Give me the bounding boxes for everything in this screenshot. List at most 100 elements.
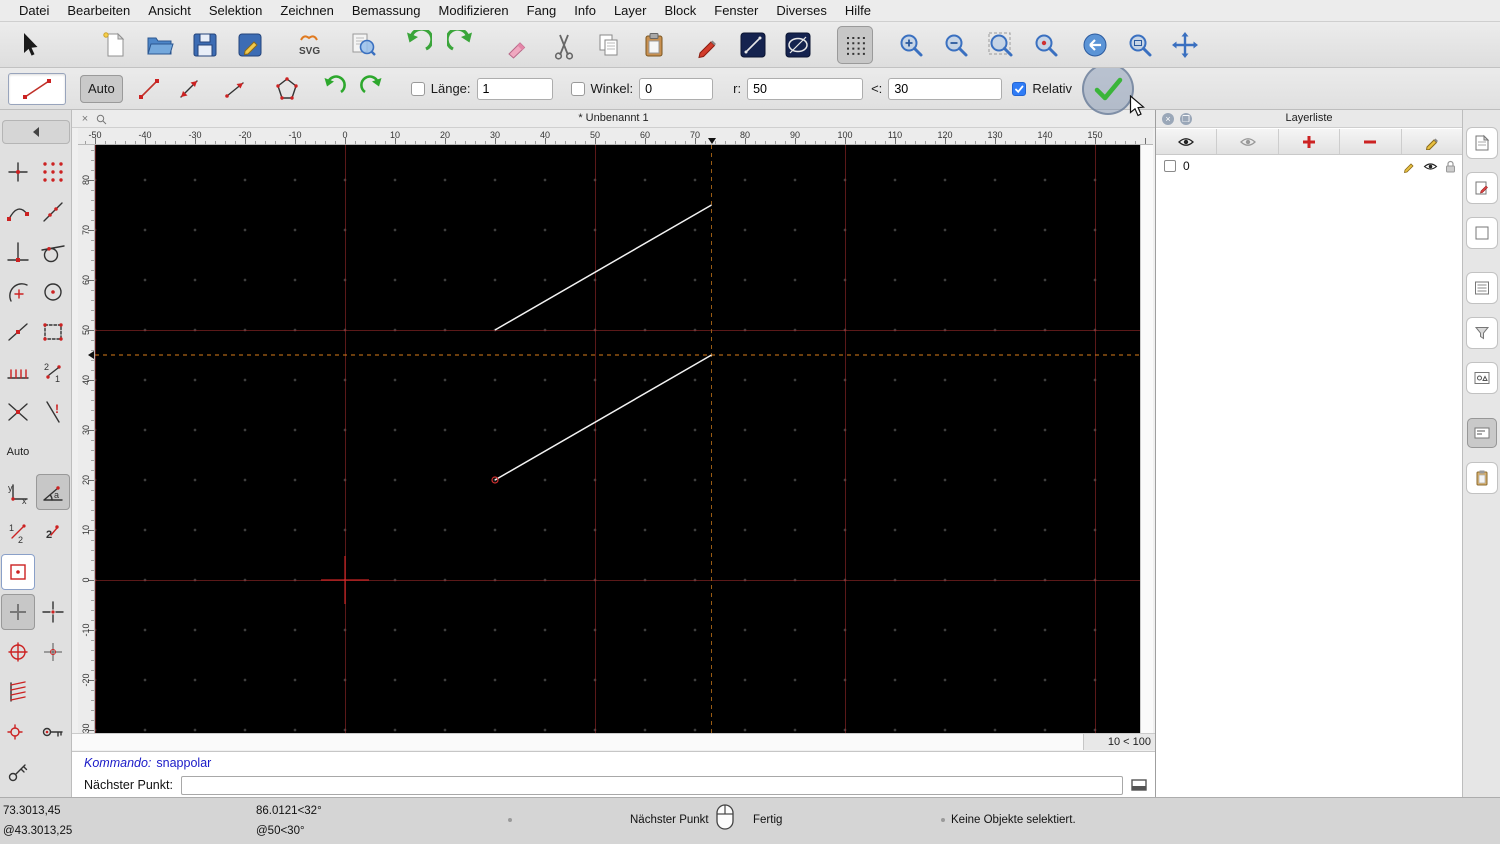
snap-center-button[interactable] [1, 274, 35, 310]
polygon-mode-button[interactable] [269, 73, 305, 105]
line-tool-button[interactable] [735, 26, 771, 64]
line-mode-single-button[interactable] [131, 73, 167, 105]
menu-item[interactable]: Info [565, 0, 605, 21]
length-input[interactable] [476, 77, 553, 100]
selection-pointer-button[interactable] [12, 26, 48, 64]
coordinate-absolute-button[interactable]: 2 [36, 514, 70, 550]
command-widget-toggle-button[interactable] [1129, 777, 1149, 793]
set-relative-zero-button[interactable] [1, 594, 35, 630]
menu-item[interactable]: Datei [10, 0, 58, 21]
snap-on-entity-button[interactable] [36, 194, 70, 230]
save-file-as-button[interactable] [232, 26, 268, 64]
block-list-toggle[interactable] [1466, 218, 1497, 248]
property-editor-toggle[interactable] [1466, 128, 1497, 158]
confirm-button[interactable] [1082, 62, 1135, 115]
ellipse-tool-button[interactable] [780, 26, 816, 64]
library-browser-toggle[interactable] [1466, 363, 1497, 393]
menu-item[interactable]: Block [655, 0, 705, 21]
coordinate-cartesian-button[interactable]: yx [1, 474, 35, 510]
lock-relative-zero-1-button[interactable] [36, 714, 70, 750]
snap-auto-button[interactable]: Auto [1, 434, 35, 470]
zoom-window-button[interactable] [1122, 26, 1158, 64]
snap-endpoints-button[interactable] [1, 194, 35, 230]
angle-checkbox[interactable] [570, 81, 585, 96]
options-auto-button[interactable]: Auto [80, 74, 123, 103]
snap-intersection-button[interactable] [1, 394, 35, 430]
layer-edit-button[interactable] [1403, 160, 1416, 173]
save-file-button[interactable] [187, 26, 223, 64]
line-mode-angle-button[interactable] [171, 73, 207, 105]
redo-button[interactable] [444, 26, 480, 64]
pattern-comb-button[interactable] [1, 674, 35, 710]
snap-distance-xy-button[interactable]: 21 [36, 354, 70, 390]
snap-perpendicular-button[interactable] [1, 234, 35, 270]
zoom-in-button[interactable] [893, 26, 929, 64]
cut-button[interactable] [546, 26, 582, 64]
snap-intersection-manual-button[interactable]: ! [36, 394, 70, 430]
polar-angle-input[interactable] [888, 77, 1003, 100]
menu-item[interactable]: Fang [518, 0, 566, 21]
drawing-canvas[interactable] [95, 145, 1140, 733]
selection-filter-toggle[interactable] [1466, 318, 1497, 348]
menu-item[interactable]: Diverses [767, 0, 836, 21]
undo-button[interactable] [399, 26, 435, 64]
menu-item[interactable]: Layer [605, 0, 656, 21]
delete-eraser-button[interactable] [501, 26, 537, 64]
edit-layer-button[interactable] [1402, 129, 1462, 154]
previous-view-button[interactable] [1077, 26, 1113, 64]
lock-relative-zero-2-button[interactable] [1, 754, 35, 790]
snap-grid-button[interactable] [36, 154, 70, 190]
menu-item[interactable]: Ansicht [139, 0, 200, 21]
horizontal-scrollbar[interactable] [72, 734, 1083, 750]
back-button[interactable] [1, 120, 70, 144]
command-line-toggle[interactable] [1466, 418, 1497, 448]
layer-color-swatch[interactable] [1164, 160, 1176, 172]
angle-input[interactable] [639, 77, 714, 100]
copy-button[interactable] [591, 26, 627, 64]
snap-marker-button[interactable] [1, 714, 35, 750]
paste-button[interactable] [636, 26, 672, 64]
layer-visibility-toggle[interactable] [1423, 161, 1438, 172]
length-checkbox[interactable] [410, 81, 425, 96]
hide-all-layers-button[interactable] [1217, 129, 1279, 154]
snap-crosshair-2-button[interactable] [36, 634, 70, 670]
snap-center-plus-button[interactable] [1, 634, 35, 670]
menu-item[interactable]: Bemassung [343, 0, 430, 21]
add-layer-button[interactable] [1279, 129, 1341, 154]
pan-button[interactable] [1167, 26, 1203, 64]
property-pen-button[interactable] [690, 26, 726, 64]
menu-item[interactable]: Fenster [705, 0, 767, 21]
zoom-out-button[interactable] [938, 26, 974, 64]
menu-item[interactable]: Zeichnen [271, 0, 342, 21]
close-shape-button[interactable] [315, 73, 351, 105]
clipboard-panel-toggle[interactable] [1466, 463, 1497, 493]
snap-crosshair-button[interactable] [36, 594, 70, 630]
command-input[interactable] [180, 775, 1123, 795]
snap-free-button[interactable] [1, 154, 35, 190]
vertical-scrollbar[interactable] [1140, 145, 1153, 733]
coordinate-polar-button[interactable]: a [36, 474, 70, 510]
coordinate-relative-button[interactable]: 12 [1, 514, 35, 550]
show-all-layers-button[interactable] [1156, 129, 1218, 154]
new-file-button[interactable] [97, 26, 133, 64]
print-preview-button[interactable] [345, 26, 381, 64]
menu-item[interactable]: Hilfe [836, 0, 880, 21]
polar-snap-settings-button[interactable] [1, 554, 35, 590]
undo-segment-button[interactable] [355, 73, 391, 105]
svg-export-button[interactable]: SVG [291, 26, 327, 64]
snap-circle-center-button[interactable] [36, 274, 70, 310]
snap-middle-button[interactable] [1, 314, 35, 350]
view-list-toggle[interactable] [1466, 273, 1497, 303]
menu-item[interactable]: Bearbeiten [58, 0, 139, 21]
snap-distance-button[interactable] [1, 354, 35, 390]
layer-list-toggle[interactable] [1466, 173, 1497, 203]
menu-item[interactable]: Modifizieren [430, 0, 518, 21]
grid-toggle-button[interactable] [837, 25, 873, 64]
snap-tangential-button[interactable] [36, 234, 70, 270]
line-mode-arrow-button[interactable] [217, 73, 253, 105]
open-file-button[interactable] [142, 26, 178, 64]
layer-lock-toggle[interactable] [1445, 160, 1456, 173]
remove-layer-button[interactable] [1340, 129, 1402, 154]
auto-zoom-button[interactable] [983, 26, 1019, 64]
relative-checkbox[interactable] [1012, 81, 1027, 96]
